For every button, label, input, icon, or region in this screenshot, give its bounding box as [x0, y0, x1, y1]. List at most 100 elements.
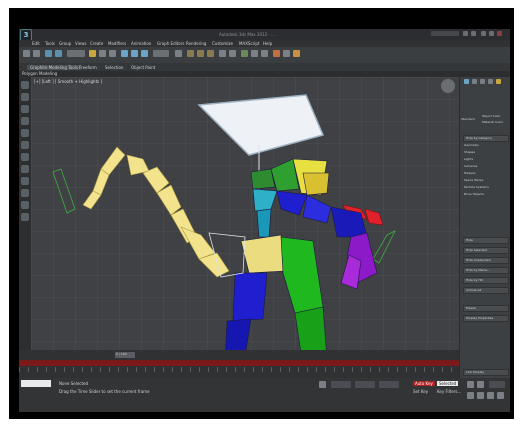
tool-icon-11[interactable]: [21, 201, 29, 209]
header-object-color[interactable]: Object Color: [482, 114, 501, 119]
unlink-icon[interactable]: [55, 50, 62, 57]
tab-object-paint[interactable]: Object Paint: [131, 65, 155, 70]
menu-customize[interactable]: Customize: [212, 41, 233, 46]
render-setup-icon[interactable]: [283, 50, 290, 57]
orbit-icon[interactable]: [487, 392, 494, 399]
tab-freeform[interactable]: Freeform: [79, 65, 97, 70]
search-input[interactable]: [431, 31, 459, 36]
scale-icon[interactable]: [141, 50, 148, 57]
cat-shapes[interactable]: Shapes: [464, 150, 475, 155]
undo-icon[interactable]: [23, 50, 30, 57]
viewcube-icon[interactable]: [441, 79, 455, 93]
help-icon[interactable]: [471, 31, 476, 36]
menu-graph-editors[interactable]: Graph Editors: [157, 41, 184, 46]
cat-geometry[interactable]: Geometry: [464, 143, 479, 148]
redo-icon[interactable]: [33, 50, 40, 57]
cat-cameras[interactable]: Cameras: [464, 164, 477, 169]
motion-panel-icon[interactable]: [488, 79, 493, 84]
menu-tools[interactable]: Tools: [45, 41, 55, 46]
tool-icon-8[interactable]: [21, 165, 29, 173]
cat-space-warps[interactable]: Space Warps: [464, 178, 483, 183]
cat-bone-objects[interactable]: Bone Objects: [464, 192, 484, 197]
material-editor-icon[interactable]: [273, 50, 280, 57]
cat-particle-systems[interactable]: Particle Systems: [464, 185, 489, 190]
current-frame-field[interactable]: [489, 381, 505, 388]
cat-helpers[interactable]: Helpers: [464, 171, 475, 176]
info-icon[interactable]: [463, 31, 468, 36]
hierarchy-panel-icon[interactable]: [480, 79, 485, 84]
menu-create[interactable]: Create: [90, 41, 103, 46]
polygon-modeling-label[interactable]: Polygon Modeling: [22, 71, 57, 76]
modify-panel-icon[interactable]: [472, 79, 477, 84]
menu-rendering[interactable]: Rendering: [186, 41, 206, 46]
maximize-icon[interactable]: [489, 31, 494, 36]
tab-selection[interactable]: Selection: [105, 65, 123, 70]
curve-editor-icon[interactable]: [251, 50, 258, 57]
menu-modifiers[interactable]: Modifiers: [108, 41, 126, 46]
mirror-icon[interactable]: [219, 50, 226, 57]
rotate-icon[interactable]: [131, 50, 138, 57]
align-icon[interactable]: [229, 50, 236, 57]
snap-icon[interactable]: [187, 50, 194, 57]
auto-key-button[interactable]: Auto Key: [413, 381, 435, 386]
tool-icon-7[interactable]: [21, 153, 29, 161]
close-icon[interactable]: [497, 31, 502, 36]
tool-icon-6[interactable]: [21, 141, 29, 149]
tab-graphite-modeling-tools[interactable]: Graphite Modeling Tools: [27, 65, 82, 70]
rollout-hide-by-category[interactable]: Hide by Category: [463, 135, 509, 142]
unhide-all-button[interactable]: Unhide All: [463, 287, 509, 294]
track-bar[interactable]: [19, 360, 459, 366]
viewport-label[interactable]: [+] [Left ] [ Smooth + Highlights ]: [34, 79, 102, 84]
create-panel-icon[interactable]: [464, 79, 469, 84]
menu-maxscript[interactable]: MAXScript: [239, 41, 260, 46]
hide-by-name-button[interactable]: Hide by Name...: [463, 267, 509, 274]
cat-lights[interactable]: Lights: [464, 157, 473, 162]
tool-icon-2[interactable]: [21, 93, 29, 101]
rectangle-select-icon[interactable]: [109, 50, 116, 57]
pan-icon[interactable]: [477, 392, 484, 399]
next-frame-icon[interactable]: [477, 381, 484, 388]
rollout-link-display[interactable]: Link Display: [463, 369, 509, 376]
z-coord-field[interactable]: [379, 381, 399, 388]
maximize-viewport-icon[interactable]: [497, 392, 504, 399]
schematic-view-icon[interactable]: [261, 50, 268, 57]
menu-edit[interactable]: Edit: [32, 41, 40, 46]
move-icon[interactable]: [121, 50, 128, 57]
rollout-freeze[interactable]: Freeze: [463, 305, 509, 312]
menu-group[interactable]: Group: [59, 41, 71, 46]
y-coord-field[interactable]: [355, 381, 375, 388]
layer-manager-icon[interactable]: [241, 50, 248, 57]
play-icon[interactable]: [467, 381, 474, 388]
tool-icon-9[interactable]: [21, 177, 29, 185]
select-object-icon[interactable]: [89, 50, 96, 57]
minimize-icon[interactable]: [481, 31, 486, 36]
header-material-color[interactable]: Material Color: [482, 120, 503, 125]
tool-icon-4[interactable]: [21, 117, 29, 125]
tool-icon-3[interactable]: [21, 105, 29, 113]
tool-icon-10[interactable]: [21, 189, 29, 197]
tool-icon-12[interactable]: [21, 213, 29, 221]
hide-unselected-button[interactable]: Hide Unselected: [463, 257, 509, 264]
zoom-icon[interactable]: [467, 392, 474, 399]
menu-views[interactable]: Views: [75, 41, 87, 46]
render-icon[interactable]: [293, 50, 300, 57]
rollout-display-properties[interactable]: Display Properties: [463, 315, 509, 322]
hide-selected-button[interactable]: Hide Selected: [463, 247, 509, 254]
key-filters-button[interactable]: Key Filters...: [437, 389, 461, 394]
percent-snap-icon[interactable]: [207, 50, 214, 57]
tool-icon-5[interactable]: [21, 129, 29, 137]
x-coord-field[interactable]: [331, 381, 351, 388]
tool-icon-1[interactable]: [21, 81, 29, 89]
menu-animation[interactable]: Animation: [131, 41, 151, 46]
left-viewport[interactable]: [+] [Left ] [ Smooth + Highlights ]: [31, 77, 459, 350]
selected-dropdown[interactable]: Selected: [437, 381, 459, 386]
set-key-button[interactable]: Set Key: [413, 389, 428, 394]
time-slider-thumb[interactable]: 0 / 100: [115, 352, 135, 358]
link-icon[interactable]: [45, 50, 52, 57]
hide-by-hit-button[interactable]: Hide by Hit: [463, 277, 509, 284]
maxscript-listener[interactable]: [21, 380, 51, 387]
display-panel-icon[interactable]: [496, 79, 501, 84]
angle-snap-icon[interactable]: [197, 50, 204, 57]
menu-help[interactable]: Help: [263, 41, 272, 46]
selection-filter-dropdown[interactable]: [67, 50, 85, 57]
